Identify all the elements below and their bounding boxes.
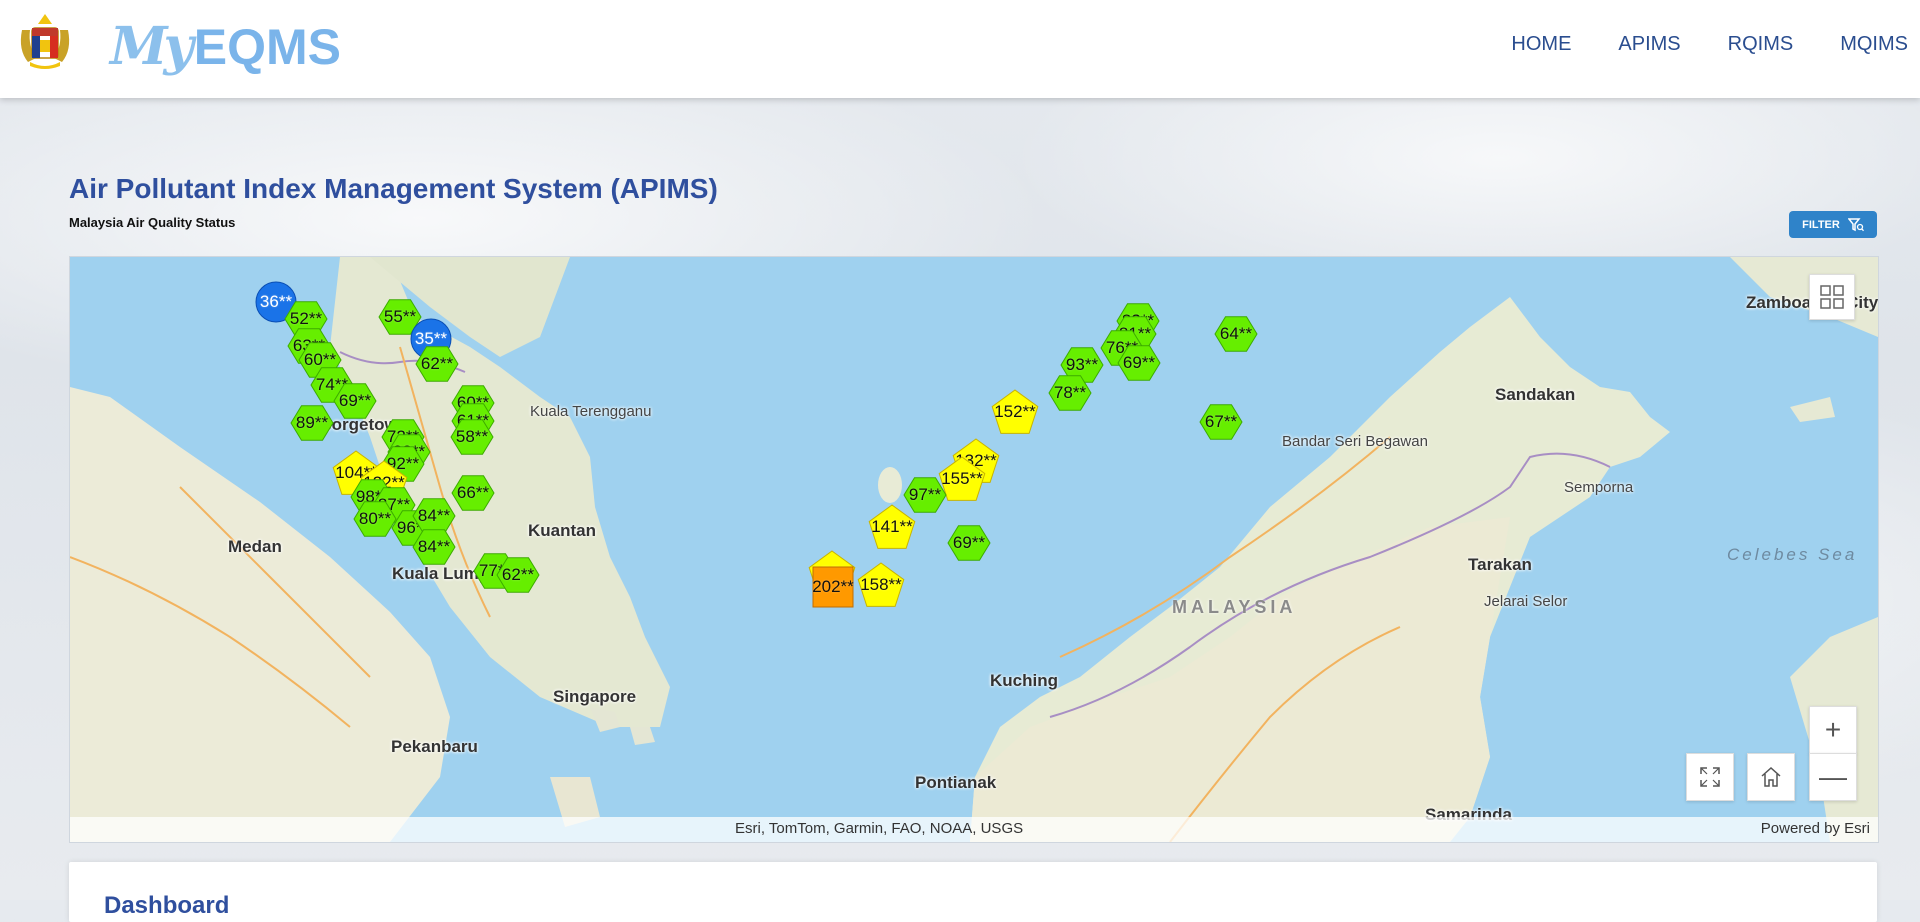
station-api-value: 89** <box>295 413 329 432</box>
station-api-value: 202** <box>812 577 854 596</box>
station-marker[interactable]: 84** <box>412 525 456 569</box>
station-marker[interactable]: 58** <box>450 415 494 459</box>
main-nav: HOME APIMS RQIMS MQIMS <box>1464 33 1920 56</box>
grid-icon <box>1820 285 1844 309</box>
station-marker[interactable]: 141** <box>868 503 916 551</box>
place-label: Sandakan <box>1495 385 1576 404</box>
place-label: Bandar Seri Begawan <box>1282 433 1428 450</box>
station-api-value: 69** <box>1122 353 1156 372</box>
place-label: Semporna <box>1564 479 1634 496</box>
filter-icon <box>1847 217 1864 231</box>
station-marker[interactable]: 66** <box>451 471 495 515</box>
station-marker[interactable]: 202** <box>811 565 855 609</box>
place-label: Pekanbaru <box>391 737 478 756</box>
page-title: Air Pollutant Index Management System (A… <box>69 173 718 204</box>
sea-label: Celebes Sea <box>1727 545 1858 564</box>
station-marker[interactable]: 78** <box>1048 371 1092 415</box>
station-api-value: 158** <box>860 575 902 594</box>
air-quality-map[interactable]: Zamboanga City Sandakan Georgetown Kuala… <box>69 256 1879 843</box>
place-label: Kuala Terengganu <box>530 403 652 420</box>
place-label: Kuching <box>990 671 1058 690</box>
station-api-value: 141** <box>871 517 913 536</box>
station-api-value: 64** <box>1219 324 1253 343</box>
place-label: Singapore <box>553 687 637 706</box>
place-label: Tarakan <box>1468 555 1532 574</box>
station-marker[interactable]: 69** <box>333 379 377 423</box>
station-marker[interactable]: 64** <box>1214 312 1258 356</box>
expand-icon <box>1700 767 1720 787</box>
station-api-value: 152** <box>994 402 1036 421</box>
station-api-value: 69** <box>338 391 372 410</box>
station-api-value: 62** <box>501 565 535 584</box>
station-api-value: 78** <box>1053 383 1087 402</box>
map-attribution-bar: Esri, TomTom, Garmin, FAO, NOAA, USGS Po… <box>70 817 1878 842</box>
top-header: My EQMS HOME APIMS RQIMS MQIMS <box>0 0 1920 98</box>
station-api-value: 84** <box>417 537 451 556</box>
fullscreen-button[interactable] <box>1686 753 1734 801</box>
home-extent-button[interactable] <box>1747 753 1795 801</box>
logo-eqms-text: EQMS <box>193 19 342 75</box>
filter-button[interactable]: FILTER <box>1789 211 1877 238</box>
station-api-value: 58** <box>455 427 489 446</box>
station-marker[interactable]: 89** <box>290 401 334 445</box>
nav-rqims[interactable]: RQIMS <box>1728 33 1794 56</box>
place-label: Pontianak <box>915 773 997 792</box>
myeqms-logo[interactable]: My EQMS <box>110 10 341 76</box>
basemap-gallery-button[interactable] <box>1809 274 1855 320</box>
station-marker[interactable]: 67** <box>1199 400 1243 444</box>
station-marker[interactable]: 152** <box>991 388 1039 436</box>
country-label: MALAYSIA <box>1172 597 1297 617</box>
powered-by-esri[interactable]: Powered by Esri <box>1761 820 1870 837</box>
station-marker[interactable]: 62** <box>496 553 540 597</box>
station-marker[interactable]: 158** <box>857 561 905 609</box>
station-api-value: 66** <box>456 483 490 502</box>
malaysia-coat-of-arms-logo <box>16 10 74 72</box>
plus-icon: + <box>1824 714 1842 745</box>
station-api-value: 62** <box>420 354 454 373</box>
zoom-out-button[interactable]: — <box>1809 753 1857 801</box>
nav-mqims[interactable]: MQIMS <box>1840 33 1908 56</box>
nav-apims[interactable]: APIMS <box>1618 33 1680 56</box>
station-marker[interactable]: 69** <box>947 521 991 565</box>
home-icon <box>1761 766 1781 787</box>
place-label: Kuantan <box>528 521 596 540</box>
nav-home[interactable]: HOME <box>1511 33 1571 56</box>
zoom-in-button[interactable]: + <box>1809 706 1857 754</box>
page-subtitle: Malaysia Air Quality Status <box>69 215 236 230</box>
place-label: Jelarai Selor <box>1484 593 1568 610</box>
place-label: Medan <box>228 537 282 556</box>
station-marker[interactable]: 62** <box>415 342 459 386</box>
filter-button-label: FILTER <box>1802 218 1840 231</box>
station-api-value: 67** <box>1204 412 1238 431</box>
dashboard-card: Dashboard <box>69 862 1877 922</box>
logo-my-text: My <box>110 16 194 77</box>
map-attribution: Esri, TomTom, Garmin, FAO, NOAA, USGS <box>735 820 1024 837</box>
minus-icon: — <box>1819 761 1847 792</box>
dashboard-title: Dashboard <box>104 892 230 919</box>
station-marker[interactable]: 69** <box>1117 341 1161 385</box>
station-api-value: 69** <box>952 533 986 552</box>
